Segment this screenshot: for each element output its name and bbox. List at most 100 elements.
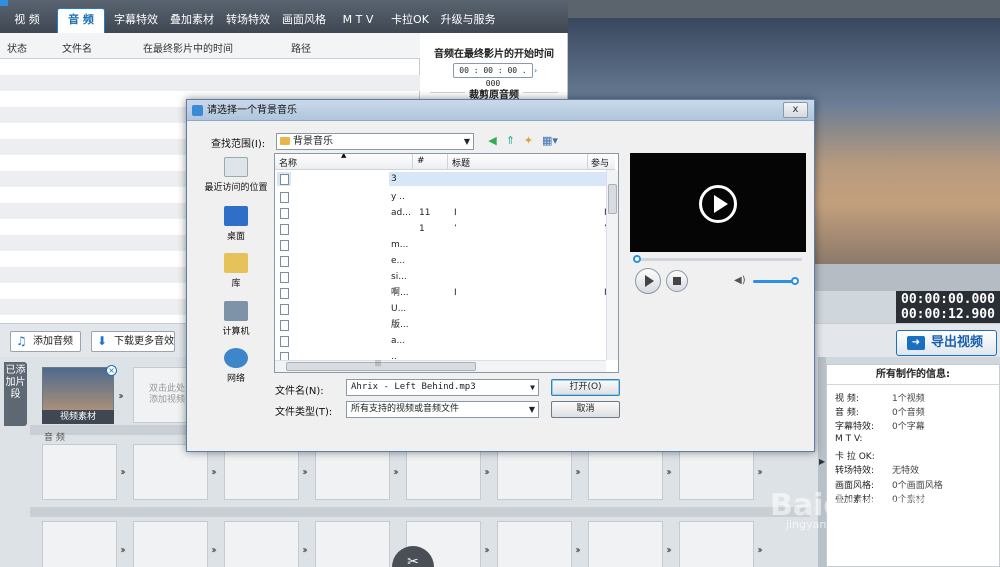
track-cell[interactable] [315,521,390,567]
tab-style[interactable]: 画面风格 [278,9,330,31]
track-cell[interactable] [588,521,663,567]
place-recent[interactable]: 最近访问的位置 [199,157,273,193]
new-folder-icon[interactable]: ✦ [521,133,536,148]
track-number: 11 [419,208,431,218]
open-button[interactable]: 打开(O) [551,379,620,396]
start-time-label: 音频在最终影片的开始时间 [434,49,554,60]
play-button[interactable] [635,268,661,294]
place-library[interactable]: 库 [199,253,273,289]
preview-top-strip [568,0,1000,18]
computer-icon [224,301,248,321]
info-value: 0个字幕 [892,422,925,432]
vertical-scrollbar[interactable] [606,170,618,360]
place-network[interactable]: 网络 [199,348,273,384]
audio-file-icon [280,336,289,347]
back-icon[interactable]: ◀ [485,133,500,148]
tab-upgrade[interactable]: 升级与服务 [438,9,498,31]
placeholder-text: 双击此处 添加视频 [149,384,186,405]
audio-file-icon [280,256,289,267]
audio-file-icon [280,240,289,251]
scroll-thumb[interactable] [608,184,617,214]
add-video-placeholder[interactable]: 双击此处 添加视频 [133,367,188,423]
tab-transition[interactable]: 转场特效 [222,9,274,31]
tab-karaoke[interactable]: 卡拉OK [386,9,434,31]
export-video-button[interactable]: ➜ 导出视频 [896,330,997,356]
place-label: 计算机 [222,327,250,337]
col-name[interactable]: 名称 [279,156,297,169]
chevron-right-icon: ››› [211,467,217,478]
col-filename[interactable]: 文件名 [62,40,92,55]
col-number[interactable]: # [417,156,425,166]
col-path[interactable]: 路径 [291,40,311,55]
dialog-title-bar[interactable]: 请选择一个背景音乐 [187,100,814,121]
view-menu-icon[interactable]: ▦▾ [539,133,561,148]
audio-track-cell[interactable] [133,444,208,500]
col-time-in-movie[interactable]: 在最终影片中的时间 [143,40,233,55]
col-status[interactable]: 状态 [7,40,27,55]
filename-value: Ahrix - Left Behind.mp3 [351,382,476,392]
chevron-right-icon: ››› [484,545,490,556]
start-time-apply-icon[interactable]: › [534,63,544,78]
chevron-right-icon: ››› [302,467,308,478]
tab-video[interactable]: 视 频 [4,9,50,31]
chevron-right-icon: ››› [211,545,217,556]
col-title[interactable]: 标题 [452,156,470,169]
volume-knob[interactable] [791,277,799,285]
track-cell[interactable] [224,521,299,567]
audio-track-cell[interactable] [315,444,390,500]
start-time-field[interactable]: 00 : 00 : 00 . 000 [453,63,533,88]
file-list[interactable]: 名称 ▲ # 标题 参与 Al3 Ay .. Aad...11II A1ʼʼ B… [274,153,619,373]
filetype-select[interactable]: 所有支持的视频或音频文件 ▼ [346,401,539,418]
place-desktop[interactable]: 桌面 [199,206,273,242]
col-artist[interactable]: 参与 [591,156,609,169]
up-folder-icon[interactable]: ⇑ [503,133,518,148]
info-value: 1个视频 [892,394,925,404]
horizontal-scrollbar[interactable] [275,360,606,372]
play-icon[interactable] [699,185,737,223]
download-more-button[interactable]: ⬇ 下载更多音效 [91,331,175,352]
file-name-tail: e... [391,256,406,266]
track-cell[interactable] [497,521,572,567]
audio-track-label: 音 频 [44,433,65,443]
folder-icon [280,137,290,145]
added-clips-tab[interactable]: 已添加片段 [4,362,27,426]
audio-track-cell[interactable] [679,444,754,500]
info-key: 音 频: [835,408,859,418]
audio-track-cell[interactable] [588,444,663,500]
cancel-button[interactable]: 取消 [551,401,620,418]
seek-knob[interactable] [633,255,641,263]
preview-seek-bar[interactable] [634,258,802,261]
stop-button[interactable] [666,270,688,292]
table-row[interactable] [0,75,420,91]
audio-track-cell[interactable] [406,444,481,500]
audio-table-header: 状态 文件名 在最终影片中的时间 路径 [0,33,420,59]
audio-file-icon [280,272,289,283]
look-in-label: 查找范围(I): [211,139,266,150]
scroll-thumb[interactable] [286,360,476,371]
close-icon[interactable]: × [106,365,117,376]
filename-input[interactable]: Ahrix - Left Behind.mp3 ▼ [346,379,539,396]
tab-audio[interactable]: 音 频 [57,8,105,33]
dialog-close-button[interactable]: x [783,102,808,118]
track-cell[interactable] [133,521,208,567]
track-cell[interactable] [679,521,754,567]
audio-track-cell[interactable] [224,444,299,500]
file-name-tail: a... [391,336,406,346]
audio-track-cell[interactable] [42,444,117,500]
track-cell[interactable] [42,521,117,567]
tab-subtitle-effects[interactable]: 字幕特效 [110,9,162,31]
audio-file-icon [280,174,289,185]
place-computer[interactable]: 计算机 [199,301,273,337]
look-in-select[interactable]: 背景音乐 ▼ [276,133,474,150]
audio-file-icon [280,304,289,315]
tab-mtv[interactable]: M T V [334,9,382,31]
info-value: 0个音频 [892,408,925,418]
file-name-tail: y .. [391,192,405,202]
tab-overlay[interactable]: 叠加素材 [166,9,218,31]
audio-track-cell[interactable] [497,444,572,500]
volume-icon[interactable]: ◀) [734,275,746,286]
chevron-right-icon: ››› [666,467,672,478]
panel-splitter[interactable]: ▶ [818,357,826,567]
app-logo-icon [0,0,8,6]
add-audio-button[interactable]: ♫ 添加音频 [10,331,81,352]
